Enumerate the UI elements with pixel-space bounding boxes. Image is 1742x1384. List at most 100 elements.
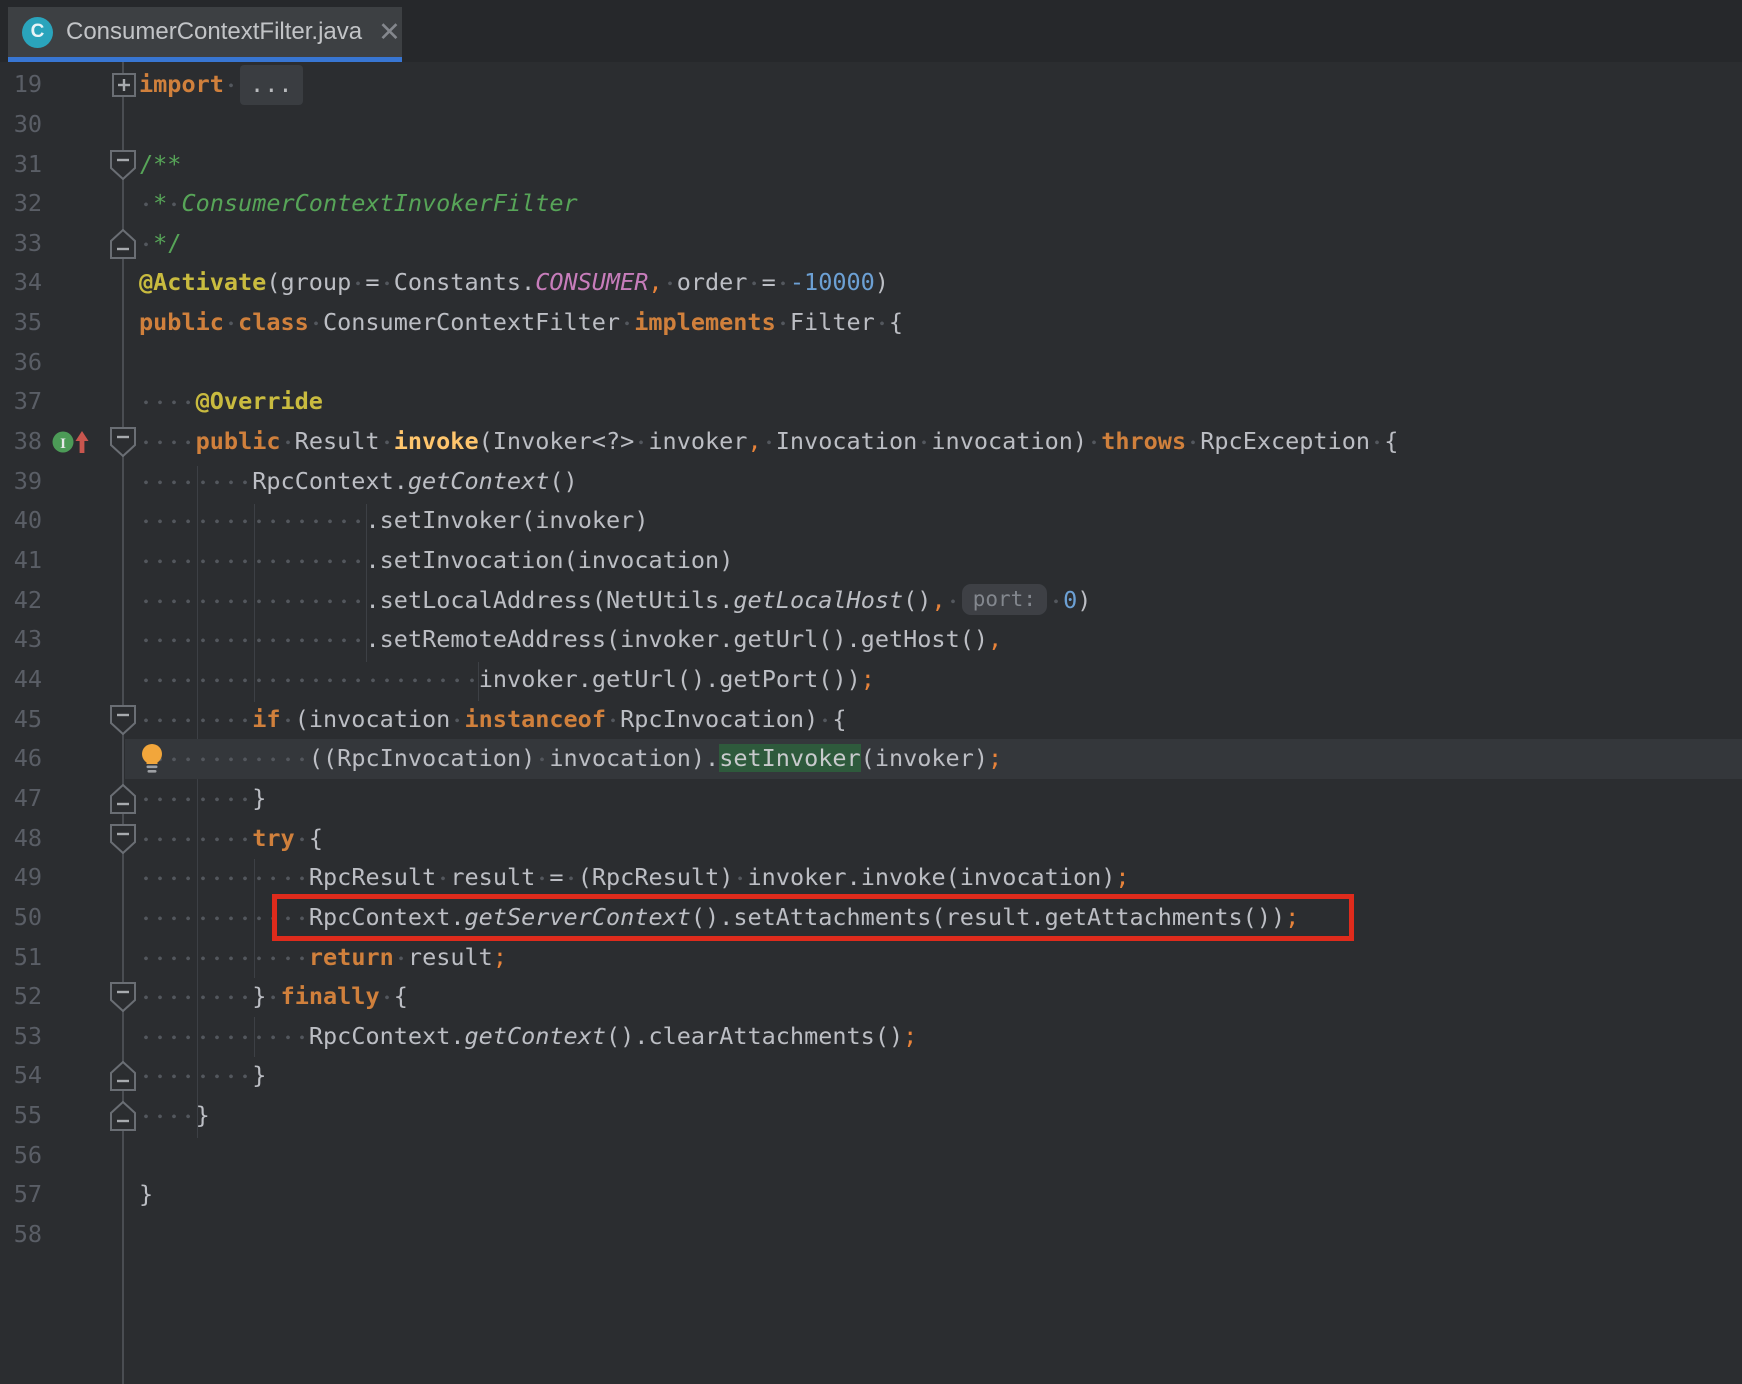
code-token: ((RpcInvocation) [309, 744, 535, 772]
line-number[interactable]: 35 [0, 303, 42, 343]
fold-marker-icon[interactable] [110, 229, 136, 263]
whitespace-dot [281, 427, 295, 455]
code-text[interactable]: @Activate(group = Constants.CONSUMER, or… [139, 263, 889, 303]
code-text[interactable]: } [139, 1096, 210, 1136]
line-number[interactable]: 30 [0, 105, 42, 145]
whitespace-dot [167, 784, 181, 812]
ide-window: C ConsumerContextFilter.java ✕ 19 import … [0, 0, 1742, 1384]
code-text[interactable]: .setLocalAddress(NetUtils.getLocalHost()… [139, 581, 1091, 621]
line-number[interactable]: 31 [0, 145, 42, 185]
line-number[interactable]: 45 [0, 700, 42, 740]
fold-marker-icon[interactable] [110, 1101, 136, 1135]
code-text[interactable]: if (invocation instanceof RpcInvocation)… [139, 700, 847, 740]
fold-marker-icon[interactable] [110, 982, 136, 1016]
line-number[interactable]: 32 [0, 184, 42, 224]
whitespace-dot [196, 506, 210, 534]
code-text[interactable]: return result; [139, 938, 507, 978]
tab-title: ConsumerContextFilter.java [66, 18, 362, 46]
fold-marker-icon[interactable] [110, 1061, 136, 1095]
code-token: finally [281, 982, 380, 1010]
whitespace-dot [295, 1022, 309, 1050]
whitespace-dot [252, 903, 266, 931]
line-number[interactable]: 39 [0, 462, 42, 502]
fold-marker-icon[interactable] [110, 150, 136, 184]
line-number[interactable]: 33 [0, 224, 42, 264]
line-number[interactable]: 19 [0, 65, 42, 105]
code-editor[interactable]: 19 import ... 3031 /** 32 * ConsumerContextI… [0, 62, 1742, 1384]
whitespace-dot [252, 625, 266, 653]
code-token: ; [903, 1022, 917, 1050]
code-text[interactable]: .setInvocation(invocation) [139, 541, 733, 581]
whitespace-dot [210, 982, 224, 1010]
line-number[interactable]: 55 [0, 1096, 42, 1136]
line-number[interactable]: 36 [0, 343, 42, 383]
line-number[interactable]: 54 [0, 1056, 42, 1096]
line-number[interactable]: 49 [0, 858, 42, 898]
code-text[interactable]: */ [139, 224, 181, 264]
whitespace-dot [238, 1022, 252, 1050]
whitespace-dot [309, 665, 323, 693]
whitespace-dot [210, 1061, 224, 1089]
whitespace-dot [733, 863, 747, 891]
line-number[interactable]: 57 [0, 1175, 42, 1215]
line-number[interactable]: 58 [0, 1215, 42, 1255]
whitespace-dot [252, 665, 266, 693]
code-text[interactable]: RpcContext.getContext() [139, 462, 578, 502]
code-text[interactable]: invoker.getUrl().getPort()); [139, 660, 875, 700]
code-text[interactable]: } [139, 1175, 153, 1215]
line-number[interactable]: 44 [0, 660, 42, 700]
line-number[interactable]: 41 [0, 541, 42, 581]
line-number[interactable]: 47 [0, 779, 42, 819]
whitespace-dot [450, 665, 464, 693]
line-number[interactable]: 34 [0, 263, 42, 303]
fold-marker-icon[interactable] [110, 784, 136, 818]
line-number[interactable]: 53 [0, 1017, 42, 1057]
whitespace-dot [181, 665, 195, 693]
code-text[interactable]: .setRemoteAddress(invoker.getUrl().getHo… [139, 620, 1002, 660]
code-token: Filter [790, 308, 875, 336]
code-text[interactable]: RpcResult result = (RpcResult) invoker.i… [139, 858, 1130, 898]
line-number[interactable]: 38 [0, 422, 42, 462]
line-number[interactable]: 52 [0, 977, 42, 1017]
whitespace-dot [224, 308, 238, 336]
fold-expand-icon[interactable] [112, 73, 136, 101]
code-text[interactable]: .setInvoker(invoker) [139, 501, 648, 541]
line-number[interactable]: 51 [0, 938, 42, 978]
fold-marker-icon[interactable] [110, 705, 136, 739]
folded-imports-placeholder[interactable]: ... [240, 65, 302, 105]
line-number[interactable]: 50 [0, 898, 42, 938]
code-text[interactable]: import ... [139, 65, 303, 105]
inlay-hint-port[interactable]: port: [962, 584, 1047, 615]
code-text[interactable]: RpcContext.getContext().clearAttachments… [139, 1017, 917, 1057]
code-text[interactable]: * ConsumerContextInvokerFilter [139, 184, 578, 224]
code-text[interactable]: public class ConsumerContextFilter imple… [139, 303, 903, 343]
code-text[interactable]: public Result invoke(Invoker<?> invoker,… [139, 422, 1398, 462]
line-number[interactable]: 48 [0, 819, 42, 859]
whitespace-dot [337, 506, 351, 534]
line-number[interactable]: 37 [0, 382, 42, 422]
line-number[interactable]: 56 [0, 1136, 42, 1176]
overrides-method-icon[interactable]: I [52, 426, 94, 462]
whitespace-dot [210, 943, 224, 971]
line-number[interactable]: 40 [0, 501, 42, 541]
code-text[interactable]: ((RpcInvocation) invocation).setInvoker(… [139, 739, 1002, 779]
whitespace-dot [224, 744, 238, 772]
code-text[interactable]: } [139, 1056, 266, 1096]
code-text[interactable]: } [139, 779, 266, 819]
line-number[interactable]: 42 [0, 581, 42, 621]
tab-close-icon[interactable]: ✕ [378, 19, 401, 46]
line-number[interactable]: 46 [0, 739, 42, 779]
fold-marker-icon[interactable] [110, 824, 136, 858]
tab-consumercontextfilter[interactable]: C ConsumerContextFilter.java ✕ [8, 7, 402, 57]
fold-marker-icon[interactable] [110, 427, 136, 461]
whitespace-dot [266, 863, 280, 891]
code-text[interactable]: } finally { [139, 977, 408, 1017]
code-text[interactable]: try { [139, 819, 323, 859]
whitespace-dot [323, 625, 337, 653]
code-text[interactable]: @Override [139, 382, 323, 422]
line-number[interactable]: 43 [0, 620, 42, 660]
whitespace-dot [139, 189, 153, 217]
whitespace-dot [309, 625, 323, 653]
code-text[interactable]: /** [139, 145, 181, 185]
intention-bulb-icon[interactable] [140, 743, 164, 781]
